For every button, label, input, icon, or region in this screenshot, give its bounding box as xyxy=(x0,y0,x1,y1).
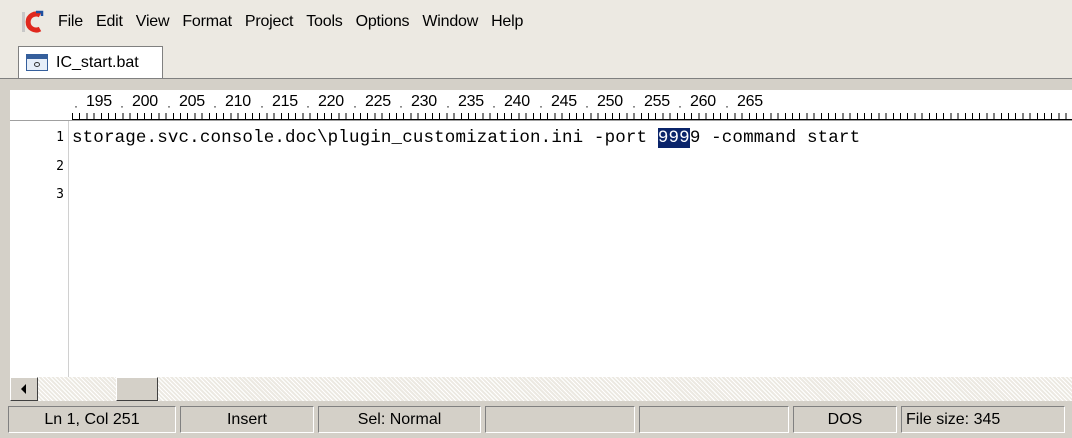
line-number: 2 xyxy=(56,159,64,174)
ruler-dot: · xyxy=(213,99,217,113)
status-line-endings[interactable]: DOS xyxy=(793,406,897,433)
ruler-number: 240 xyxy=(504,93,530,110)
status-position: Ln 1, Col 251 xyxy=(8,406,176,433)
status-selection-mode[interactable]: Sel: Normal xyxy=(318,406,481,433)
menu-tools[interactable]: Tools xyxy=(306,13,343,31)
line-number: 3 xyxy=(56,187,64,202)
ruler-dot: · xyxy=(74,99,78,113)
ruler-dot: · xyxy=(539,99,543,113)
ruler-dot: · xyxy=(446,99,450,113)
tab-ic-start-bat[interactable]: IC_start.bat xyxy=(18,46,163,78)
menu-view[interactable]: View xyxy=(136,13,170,31)
selected-text: 999 xyxy=(657,128,690,148)
menu-edit[interactable]: Edit xyxy=(96,13,123,31)
ruler-dot: · xyxy=(585,99,589,113)
status-empty-1 xyxy=(485,406,635,433)
menu-bar: File Edit View Format Project Tools Opti… xyxy=(0,0,1072,44)
line-number: 1 xyxy=(56,130,64,145)
ruler-number: 235 xyxy=(458,93,484,110)
ruler-dot: · xyxy=(353,99,357,113)
menu-file[interactable]: File xyxy=(58,13,83,31)
menu-options[interactable]: Options xyxy=(356,13,410,31)
status-insert-mode[interactable]: Insert xyxy=(180,406,314,433)
status-file-size: File size: 345 xyxy=(901,406,1065,433)
column-ruler: · 195 · 200 · 205 · 210 · 215 · 220 · 22… xyxy=(10,90,1072,121)
scroll-left-button[interactable] xyxy=(10,377,38,401)
ruler-baseline xyxy=(72,119,1072,120)
ruler-dot: · xyxy=(492,99,496,113)
ruler-dot: · xyxy=(167,99,171,113)
code-editor[interactable]: 1 2 3 storage.svc.console.doc\plugin_cus… xyxy=(10,121,1072,377)
ruler-dot: · xyxy=(632,99,636,113)
ruler-number: 220 xyxy=(318,93,344,110)
scroll-thumb[interactable] xyxy=(116,377,158,401)
ruler-number: 250 xyxy=(597,93,623,110)
ruler-number: 210 xyxy=(225,93,251,110)
app-logo-icon xyxy=(22,10,44,34)
ruler-number: 265 xyxy=(737,93,763,110)
menu-project[interactable]: Project xyxy=(245,13,294,31)
ruler-dot: · xyxy=(725,99,729,113)
ruler-dot: · xyxy=(678,99,682,113)
status-empty-2 xyxy=(639,406,789,433)
ruler-number: 195 xyxy=(86,93,112,110)
ruler-dot: · xyxy=(260,99,264,113)
code-text: storage.svc.console.doc\plugin_customiza… xyxy=(72,128,658,148)
code-text: 9 -command start xyxy=(689,128,861,148)
ruler-dot: · xyxy=(120,99,124,113)
ruler-number: 205 xyxy=(179,93,205,110)
tab-strip: IC_start.bat xyxy=(0,44,1072,79)
menu-format[interactable]: Format xyxy=(182,13,232,31)
code-line-1[interactable]: storage.svc.console.doc\plugin_customiza… xyxy=(72,128,860,148)
menu-window[interactable]: Window xyxy=(422,13,478,31)
status-bar: Ln 1, Col 251 Insert Sel: Normal DOS Fil… xyxy=(0,402,1072,438)
line-number-gutter: 1 2 3 xyxy=(10,121,69,377)
arrow-left-icon xyxy=(21,384,26,394)
ruler-dot: · xyxy=(399,99,403,113)
ruler-number: 245 xyxy=(551,93,577,110)
ruler-number: 225 xyxy=(365,93,391,110)
ruler-number: 255 xyxy=(644,93,670,110)
ruler-number: 260 xyxy=(690,93,716,110)
tab-label: IC_start.bat xyxy=(56,53,139,71)
batch-file-icon xyxy=(26,54,48,71)
ruler-dot: · xyxy=(306,99,310,113)
menu-help[interactable]: Help xyxy=(491,13,523,31)
horizontal-scrollbar[interactable] xyxy=(10,377,1072,401)
ruler-number: 230 xyxy=(411,93,437,110)
ruler-number: 215 xyxy=(272,93,298,110)
ruler-number: 200 xyxy=(132,93,158,110)
